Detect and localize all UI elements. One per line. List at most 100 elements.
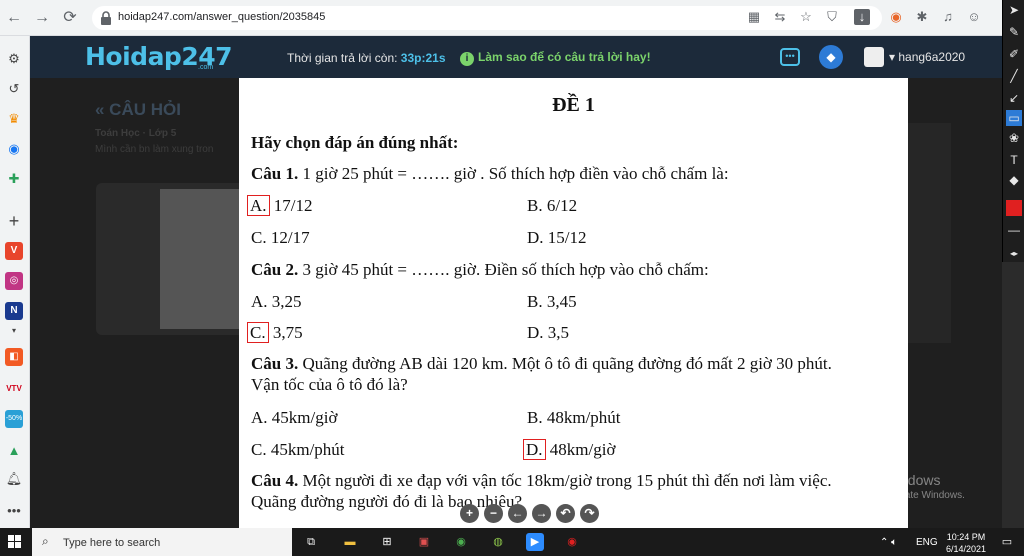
news-app-icon[interactable]: N xyxy=(5,302,23,320)
more-options-icon[interactable]: ••• xyxy=(5,502,23,520)
reload-icon[interactable]: ⟳ xyxy=(60,8,80,28)
language-indicator[interactable]: ENG xyxy=(916,537,938,548)
answer-tip-link[interactable]: i Làm sao để có câu trả lời hay! xyxy=(460,50,651,66)
question-text: 3 giờ 45 phút = ……. giờ. Điền số thích h… xyxy=(298,260,709,279)
worksheet-instruction: Hãy chọn đáp án đúng nhất: xyxy=(251,133,459,152)
option-text: 3,45 xyxy=(542,292,577,311)
zoom-app-icon[interactable]: ▶ xyxy=(526,533,544,551)
username-menu[interactable]: ▾ hang6a2020 xyxy=(889,50,965,64)
v-app-icon[interactable]: V xyxy=(5,242,23,260)
option-3c: C. 45km/phút xyxy=(251,440,345,460)
rotate-left-icon[interactable]: ↶ xyxy=(556,504,575,523)
info-icon: i xyxy=(460,52,474,66)
question-image-thumbnail[interactable] xyxy=(96,183,246,335)
settings-gear-icon[interactable]: ⚙ xyxy=(5,50,23,68)
question-text: Một người đi xe đạp với vận tốc 18km/giờ… xyxy=(298,471,832,490)
shield-icon[interactable]: ⛉ xyxy=(824,9,840,25)
profile-icon[interactable]: ☺ xyxy=(966,9,982,25)
site-header: Hoidap247 .com Thời gian trả lời còn: 33… xyxy=(30,36,1002,78)
option-3d: D. 48km/giờ xyxy=(523,439,616,460)
qr-code-icon[interactable]: ▦ xyxy=(746,9,762,25)
timer-value: 33p:21s xyxy=(400,51,446,65)
vtv-icon[interactable]: VTV xyxy=(5,380,23,398)
option-text: 48km/giờ xyxy=(545,440,616,459)
crown-icon[interactable]: ♛ xyxy=(5,110,23,128)
store-icon[interactable]: ⊞ xyxy=(378,533,396,551)
zoom-in-icon[interactable]: + xyxy=(460,504,479,523)
search-placeholder: Type here to search xyxy=(63,537,161,549)
zoom-out-icon[interactable]: − xyxy=(484,504,503,523)
download-icon[interactable]: ↓ xyxy=(854,9,870,25)
browser-sidebar: ⚙ ↺ ♛ ◉ ✚ + V ◎ N ▾ ◧ VTV -50% ▲ 🔔︎ ••• xyxy=(0,36,30,528)
translate-icon[interactable]: ⇆ xyxy=(772,9,788,25)
previous-arrow-icon[interactable]: ← xyxy=(508,504,527,523)
avatar[interactable] xyxy=(864,47,884,67)
instagram-icon[interactable]: ◎ xyxy=(5,272,23,290)
tray-icons[interactable]: ⌃ 🔈︎ xyxy=(880,537,897,548)
forward-arrow-icon[interactable]: → xyxy=(32,8,52,28)
browser-icon[interactable]: ◍ xyxy=(489,533,507,551)
add-icon[interactable]: + xyxy=(5,212,23,230)
palette-icon[interactable]: ❀ xyxy=(1006,130,1022,146)
file-explorer-icon[interactable]: ▬ xyxy=(341,533,359,551)
line-icon[interactable]: ╱ xyxy=(1006,68,1022,84)
task-view-icon[interactable]: ⧉ xyxy=(302,533,320,551)
clock-time: 10:24 PM xyxy=(946,532,986,542)
question-label: Câu 1. xyxy=(251,164,299,183)
chrome-icon[interactable]: ◉ xyxy=(452,533,470,551)
question-heading: « CÂU HỎI xyxy=(95,100,181,119)
chat-icon[interactable]: ••• xyxy=(780,48,800,66)
option-2a: A. 3,25 xyxy=(251,292,302,312)
lock-icon xyxy=(101,11,111,25)
question-text: Mình cần bn làm xung tron xyxy=(95,144,214,155)
option-1d: D. 15/12 xyxy=(527,228,587,248)
option-letter: D. xyxy=(527,323,544,342)
arrow-icon[interactable]: ↙ xyxy=(1006,90,1022,106)
activate-windows-title: Activate Windows xyxy=(830,472,941,488)
option-2d: D. 3,5 xyxy=(527,323,569,343)
tiki-icon[interactable]: -50% xyxy=(5,410,23,428)
question-3: Câu 3. Quãng đường AB dài 120 km. Một ô … xyxy=(251,354,832,374)
option-2b: B. 3,45 xyxy=(527,292,577,312)
text-icon[interactable]: T xyxy=(1006,152,1022,168)
extension-colorful-icon[interactable]: ◉ xyxy=(888,9,904,25)
cursor-icon[interactable]: ➤ xyxy=(1006,2,1022,18)
game-controller-icon[interactable]: ✚ xyxy=(5,170,23,188)
address-bar[interactable]: hoidap247.com/answer_question/2035845 xyxy=(92,6,882,30)
option-letter: A. xyxy=(247,195,270,216)
rectangle-icon[interactable]: ▭ xyxy=(1006,110,1022,126)
marker-icon[interactable]: ✐ xyxy=(1006,46,1022,62)
rotate-right-icon[interactable]: ↷ xyxy=(580,504,599,523)
back-arrow-icon[interactable]: ← xyxy=(4,8,24,28)
bookmark-star-icon[interactable]: ☆ xyxy=(798,9,814,25)
notification-bell-icon[interactable]: 🔔︎ xyxy=(5,470,23,488)
chevron-down-icon[interactable]: ▾ xyxy=(5,322,23,340)
option-3a: A. 45km/giờ xyxy=(251,408,337,428)
url-text: hoidap247.com/answer_question/2035845 xyxy=(118,11,326,23)
history-icon[interactable]: ↺ xyxy=(5,80,23,98)
pencil-icon[interactable]: ✎ xyxy=(1006,24,1022,40)
search-icon: ⌕ xyxy=(42,534,49,548)
app-icon[interactable]: ▣ xyxy=(415,533,433,551)
taskbar-clock[interactable]: 10:24 PM 6/14/2021 xyxy=(942,531,990,555)
taskbar-search[interactable]: ⌕ Type here to search xyxy=(32,528,292,556)
timer-label: Thời gian trả lời còn: xyxy=(287,51,398,65)
stroke-width-icon[interactable]: — xyxy=(1006,222,1022,238)
color-swatch[interactable] xyxy=(1006,200,1022,216)
shopee-icon[interactable]: ◧ xyxy=(5,348,23,366)
eraser-icon[interactable]: ◆ xyxy=(1006,172,1022,188)
record-icon[interactable]: ◉ xyxy=(563,533,581,551)
option-2c: C. 3,75 xyxy=(247,322,303,343)
option-text: 3,75 xyxy=(268,323,303,342)
windows-start-icon[interactable] xyxy=(8,535,22,549)
notification-center-icon[interactable]: ▭ xyxy=(998,533,1016,551)
cap-icon[interactable]: ▲ xyxy=(5,442,23,460)
messenger-icon[interactable]: ◉ xyxy=(5,140,23,158)
next-arrow-icon[interactable]: → xyxy=(532,504,551,523)
collapse-icon[interactable]: ◂▸ xyxy=(1006,246,1022,262)
question-1: Câu 1. 1 giờ 25 phút = ……. giờ . Số thíc… xyxy=(251,164,729,184)
question-text: 1 giờ 25 phút = ……. giờ . Số thích hợp đ… xyxy=(298,164,729,183)
media-playlist-icon[interactable]: ♫ xyxy=(940,9,956,25)
notification-bell-button[interactable]: ◆ xyxy=(819,45,843,69)
puzzle-extensions-icon[interactable]: ✱ xyxy=(914,9,930,25)
